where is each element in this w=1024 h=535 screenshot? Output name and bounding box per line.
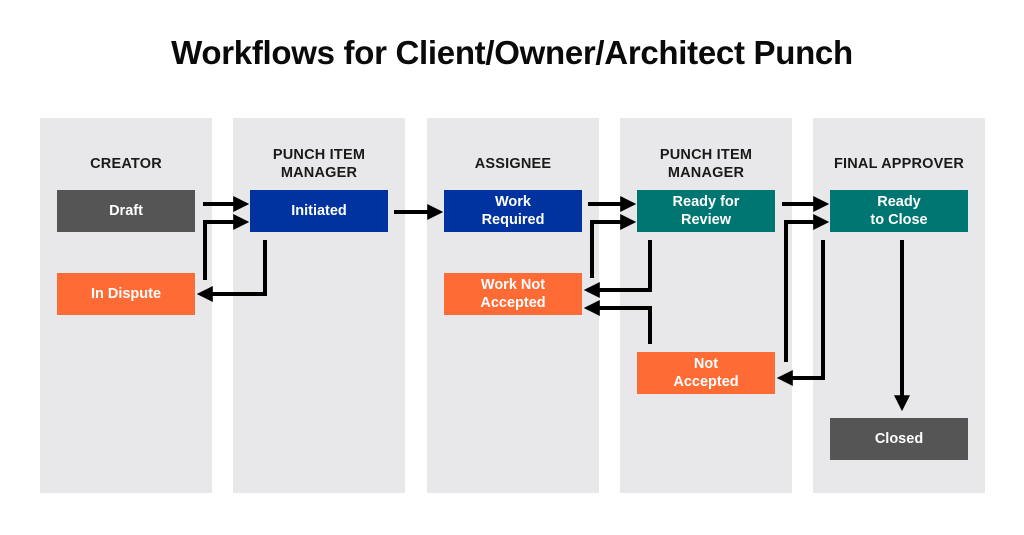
state-ready-to-close: Ready to Close	[830, 190, 968, 232]
state-closed: Closed	[830, 418, 968, 460]
state-label: Draft	[109, 203, 143, 219]
state-label-line: Not	[693, 356, 719, 372]
state-not-accepted: Not Accepted	[637, 352, 775, 394]
state-label: In Dispute	[90, 286, 162, 302]
state-work-required: Work Required	[444, 190, 582, 232]
state-label-line: Ready for	[672, 194, 740, 210]
state-label-line: Accepted	[480, 295, 546, 311]
state-label: Not Accepted	[673, 355, 738, 391]
lane-title-creator: CREATOR	[90, 156, 162, 172]
state-label-line: Accepted	[673, 374, 739, 390]
state-label-line: to Close	[870, 212, 928, 228]
lane-punch-item-manager-2: PUNCH ITEM MANAGER	[620, 118, 792, 493]
state-label: Ready to Close	[870, 193, 927, 229]
state-initiated: Initiated	[250, 190, 388, 232]
diagram-title: Workflows for Client/Owner/Architect Pun…	[171, 34, 853, 71]
state-label: Initiated	[291, 203, 347, 219]
state-draft: Draft	[57, 190, 195, 232]
state-label-line: Work	[495, 194, 531, 210]
state-label: Closed	[874, 431, 924, 447]
state-label: Work Required	[482, 193, 545, 229]
state-label-line: Required	[481, 212, 545, 228]
state-label-line: Work Not	[480, 277, 546, 293]
lane-punch-item-manager-1: PUNCH ITEM MANAGER	[233, 118, 405, 493]
lane-title-line: MANAGER	[667, 165, 745, 181]
state-work-not-accepted: Work Not Accepted	[444, 273, 582, 315]
state-label: Work Not Accepted	[480, 276, 545, 312]
state-ready-for-review: Ready for Review	[637, 190, 775, 232]
lane-title-line: PUNCH ITEM	[659, 147, 753, 163]
lane-title-punch-item-manager-1: PUNCH ITEM MANAGER	[233, 146, 405, 182]
lane-title-punch-item-manager-2: PUNCH ITEM MANAGER	[620, 146, 792, 182]
state-in-dispute: In Dispute	[57, 273, 195, 315]
lane-title-line: PUNCH ITEM	[272, 147, 366, 163]
lane-title-line: MANAGER	[280, 165, 358, 181]
lane-title-assignee: ASSIGNEE	[474, 156, 552, 172]
lane-title-final-approver: FINAL APPROVER	[833, 156, 965, 172]
state-label-line: Review	[681, 212, 731, 228]
state-label-line: Ready	[877, 194, 921, 210]
state-label: Ready for Review	[673, 193, 740, 229]
